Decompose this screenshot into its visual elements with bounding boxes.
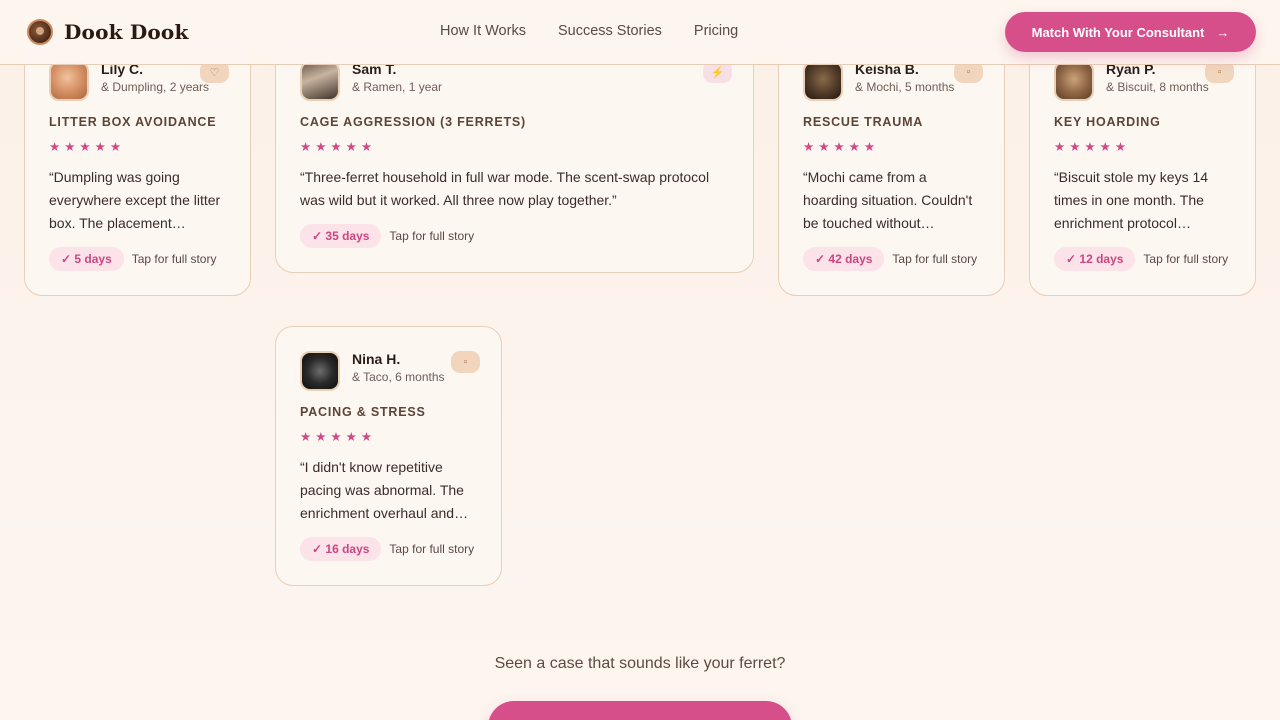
story-card[interactable]: Keisha B. & Mochi, 5 months ▫ RESCUE TRA… xyxy=(778,36,1005,296)
avatar xyxy=(49,61,89,101)
bottom-cta-button[interactable] xyxy=(488,701,792,720)
owner-info: Keisha B. & Mochi, 5 months xyxy=(855,61,954,95)
brand[interactable]: Dook Dook xyxy=(27,19,189,45)
days-badge: ✓ 16 days xyxy=(300,537,382,561)
paw-icon: ▫ xyxy=(451,351,480,373)
nav-how-it-works[interactable]: How It Works xyxy=(440,23,526,39)
avatar xyxy=(300,351,340,391)
owner-info: Sam T. & Ramen, 1 year xyxy=(352,61,442,95)
bottom-question: Seen a case that sounds like your ferret… xyxy=(494,655,786,672)
site-header: Dook Dook How It Works Success Stories P… xyxy=(0,0,1280,65)
nav-success-stories[interactable]: Success Stories xyxy=(558,23,662,39)
match-consultant-button[interactable]: Match With Your Consultant → xyxy=(1005,12,1256,52)
days-badge: ✓ 12 days xyxy=(1054,247,1136,271)
owner-name: Nina H. xyxy=(352,351,401,367)
case-title: PACING & STRESS xyxy=(300,405,426,419)
card-footer: ✓ 5 days Tap for full story xyxy=(49,247,226,295)
story-card[interactable]: Nina H. & Taco, 6 months ▫ PACING & STRE… xyxy=(275,326,502,586)
pet-info: & Mochi, 5 months xyxy=(855,80,955,94)
full-story-link[interactable]: Tap for full story xyxy=(389,542,474,556)
card-footer: ✓ 12 days Tap for full story xyxy=(1054,247,1231,295)
full-story-link[interactable]: Tap for full story xyxy=(892,252,977,266)
pet-info: & Dumpling, 2 years xyxy=(101,80,210,94)
avatar xyxy=(300,61,340,101)
pet-info: & Biscuit, 8 months xyxy=(1106,80,1209,94)
match-consultant-label: Match With Your Consultant xyxy=(1031,24,1205,40)
owner-info: Ryan P. & Biscuit, 8 months xyxy=(1106,61,1209,95)
full-story-link[interactable]: Tap for full story xyxy=(1143,252,1228,266)
card-footer: ✓ 42 days Tap for full story xyxy=(803,247,980,295)
avatar xyxy=(1054,61,1094,101)
story-card[interactable]: Ryan P. & Biscuit, 8 months ▫ KEY HOARDI… xyxy=(1029,36,1256,296)
full-story-link[interactable]: Tap for full story xyxy=(132,252,217,266)
card-header: Nina H. & Taco, 6 months ▫ xyxy=(300,351,480,391)
star-rating: ★★★★★ xyxy=(1054,140,1131,154)
case-title: LITTER BOX AVOIDANCE xyxy=(49,115,217,129)
star-rating: ★★★★★ xyxy=(300,430,377,444)
pet-info: & Ramen, 1 year xyxy=(352,80,443,94)
star-rating: ★★★★★ xyxy=(300,140,377,154)
card-footer: ✓ 16 days Tap for full story xyxy=(300,537,477,585)
arrow-right-icon: → xyxy=(1216,24,1230,40)
days-badge: ✓ 5 days xyxy=(49,247,124,271)
main-nav: How It Works Success Stories Pricing xyxy=(440,23,770,39)
testimonial-quote: “Mochi came from a hoarding situation. C… xyxy=(803,169,973,231)
full-story-link[interactable]: Tap for full story xyxy=(389,229,474,243)
pet-info: & Taco, 6 months xyxy=(352,370,445,384)
testimonial-quote: “Three-ferret household in full war mode… xyxy=(300,169,710,208)
story-card[interactable]: Lily C. & Dumpling, 2 years ♡ LITTER BOX… xyxy=(24,36,251,296)
days-badge: ✓ 35 days xyxy=(300,224,382,248)
days-badge: ✓ 42 days xyxy=(803,247,885,271)
case-title: RESCUE TRAUMA xyxy=(803,115,924,129)
brand-name: Dook Dook xyxy=(64,20,189,44)
case-title: CAGE AGGRESSION (3 FERRETS) xyxy=(300,115,527,129)
card-header: Lily C. & Dumpling, 2 years ♡ xyxy=(49,61,229,101)
ferret-logo-icon xyxy=(27,19,53,45)
avatar xyxy=(803,61,843,101)
card-footer: ✓ 35 days Tap for full story xyxy=(300,224,729,272)
star-rating: ★★★★★ xyxy=(803,140,880,154)
card-header: Keisha B. & Mochi, 5 months ▫ xyxy=(803,61,983,101)
owner-info: Nina H. & Taco, 6 months xyxy=(352,351,445,385)
testimonial-quote: “Dumpling was going everywhere except th… xyxy=(49,169,221,231)
card-header: Ryan P. & Biscuit, 8 months ▫ xyxy=(1054,61,1234,101)
testimonial-quote: “I didn't know repetitive pacing was abn… xyxy=(300,459,469,521)
case-title: KEY HOARDING xyxy=(1054,115,1161,129)
star-rating: ★★★★★ xyxy=(49,140,126,154)
story-card[interactable]: Sam T. & Ramen, 1 year ⚡ CAGE AGGRESSION… xyxy=(275,36,754,273)
owner-info: Lily C. & Dumpling, 2 years xyxy=(101,61,209,95)
card-header: Sam T. & Ramen, 1 year ⚡ xyxy=(300,61,732,101)
testimonial-quote: “Biscuit stole my keys 14 times in one m… xyxy=(1054,169,1209,231)
nav-pricing[interactable]: Pricing xyxy=(694,23,738,39)
